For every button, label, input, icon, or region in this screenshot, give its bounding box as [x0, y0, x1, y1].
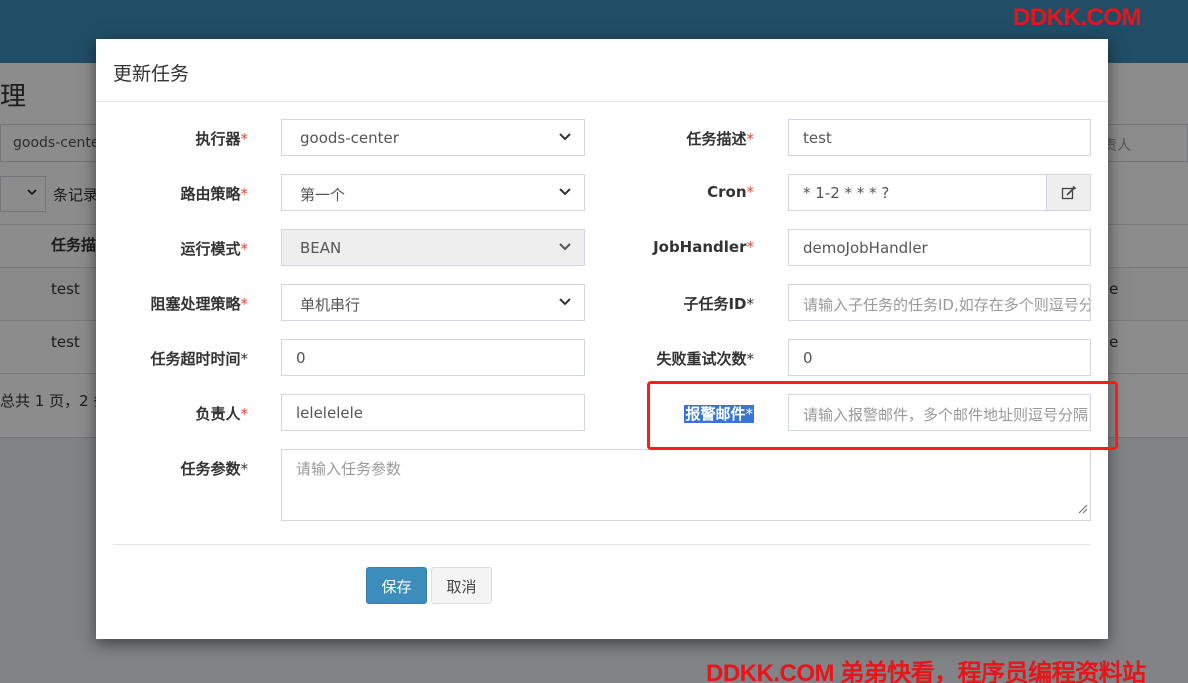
cron-input[interactable]: * 1-2 * * * ? [788, 174, 1047, 211]
modal-title: 更新任务 [113, 63, 190, 85]
executor-label: 执行器* [195, 130, 248, 148]
modal-header: 更新任务 [96, 39, 1108, 102]
executor-select[interactable]: goods-center [281, 119, 585, 156]
resize-handle-icon[interactable] [1078, 500, 1088, 518]
annotation-highlight-box [647, 381, 1118, 450]
fail-retry-input[interactable]: 0 [788, 339, 1091, 376]
block-strategy-label: 阻塞处理策略* [150, 295, 248, 313]
params-textarea[interactable]: 请输入任务参数 [281, 449, 1091, 521]
job-handler-input[interactable]: demoJobHandler [788, 229, 1091, 266]
timeout-label: 任务超时时间* [150, 350, 248, 368]
author-input[interactable]: lelelelele [281, 394, 585, 431]
params-label: 任务参数* [180, 460, 248, 478]
edit-icon [1061, 185, 1077, 200]
job-desc-input[interactable]: test [788, 119, 1091, 156]
child-job-id-label: 子任务ID* [683, 295, 754, 313]
watermark-bottom: DDKK.COM 弟弟快看，程序员编程资料站 [706, 660, 1146, 683]
modal-divider [113, 544, 1091, 545]
route-strategy-select[interactable]: 第一个 [281, 174, 585, 211]
job-desc-label: 任务描述* [686, 130, 754, 148]
run-mode-select: BEAN [281, 229, 585, 266]
child-job-id-input[interactable]: 请输入子任务的任务ID,如存在多个则逗号分隔 [788, 284, 1091, 321]
run-mode-label: 运行模式* [180, 240, 248, 258]
author-label: 负责人* [195, 405, 248, 423]
update-job-modal: 更新任务 执行器* goods-center 路由策略* 第一个 运行模式* B… [96, 39, 1108, 639]
fail-retry-label: 失败重试次数* [656, 350, 754, 368]
params-placeholder: 请输入任务参数 [296, 460, 402, 478]
job-handler-label: JobHandler* [653, 238, 754, 256]
cron-edit-button[interactable] [1046, 174, 1091, 211]
save-button[interactable]: 保存 [366, 567, 427, 604]
watermark-top: DDKK.COM [1013, 4, 1142, 31]
timeout-input[interactable]: 0 [281, 339, 585, 376]
route-strategy-label: 路由策略* [180, 185, 248, 203]
cancel-button[interactable]: 取消 [431, 567, 492, 604]
cron-label: Cron* [707, 183, 754, 201]
block-strategy-select[interactable]: 单机串行 [281, 284, 585, 321]
